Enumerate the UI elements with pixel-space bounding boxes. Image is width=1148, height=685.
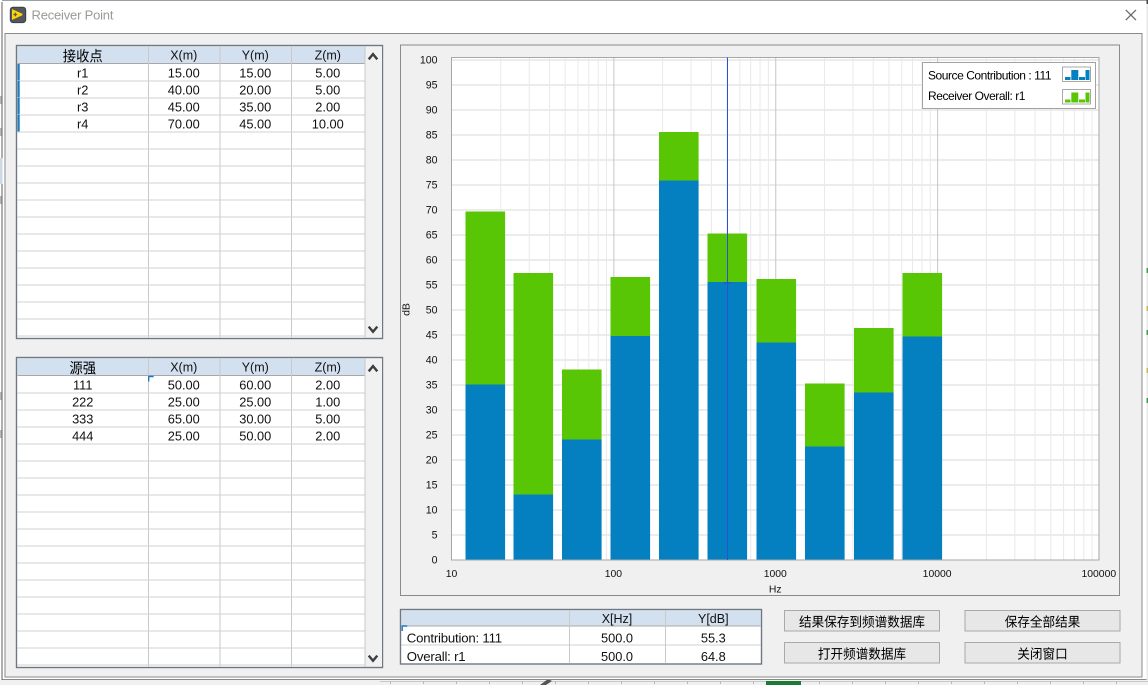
svg-text:5.00: 5.00 bbox=[315, 66, 340, 81]
svg-text:35.00: 35.00 bbox=[239, 100, 271, 115]
svg-text:10.00: 10.00 bbox=[312, 117, 344, 132]
svg-text:35: 35 bbox=[426, 380, 438, 392]
svg-text:15: 15 bbox=[426, 480, 438, 492]
svg-text:90: 90 bbox=[426, 105, 438, 117]
svg-text:2.00: 2.00 bbox=[315, 429, 340, 444]
svg-text:30: 30 bbox=[426, 405, 438, 417]
svg-text:333: 333 bbox=[72, 412, 93, 427]
svg-text:45.00: 45.00 bbox=[239, 117, 271, 132]
svg-text:5.00: 5.00 bbox=[315, 83, 340, 98]
svg-text:20: 20 bbox=[426, 455, 438, 467]
svg-text:30.00: 30.00 bbox=[239, 412, 271, 427]
svg-text:100: 100 bbox=[420, 55, 438, 67]
svg-text:5.00: 5.00 bbox=[315, 412, 340, 427]
svg-text:50.00: 50.00 bbox=[168, 378, 200, 393]
svg-text:64.8: 64.8 bbox=[701, 649, 726, 664]
svg-text:Y(m): Y(m) bbox=[242, 360, 269, 374]
svg-text:50: 50 bbox=[426, 305, 438, 317]
svg-text:80: 80 bbox=[426, 155, 438, 167]
svg-text:X(m): X(m) bbox=[170, 48, 197, 62]
svg-text:10: 10 bbox=[446, 569, 458, 580]
svg-text:222: 222 bbox=[72, 395, 93, 410]
svg-text:15.00: 15.00 bbox=[168, 66, 200, 81]
svg-text:0: 0 bbox=[432, 555, 438, 567]
svg-text:50.00: 50.00 bbox=[239, 429, 271, 444]
svg-text:Z(m): Z(m) bbox=[315, 48, 341, 62]
svg-text:70.00: 70.00 bbox=[168, 117, 200, 132]
svg-text:100: 100 bbox=[605, 569, 623, 580]
svg-text:60: 60 bbox=[426, 255, 438, 267]
svg-text:60.00: 60.00 bbox=[239, 378, 271, 393]
svg-text:1000: 1000 bbox=[764, 569, 787, 580]
svg-text:65: 65 bbox=[426, 230, 438, 242]
svg-text:25: 25 bbox=[426, 430, 438, 442]
svg-text:r3: r3 bbox=[77, 100, 88, 115]
svg-text:5: 5 bbox=[432, 530, 438, 542]
svg-text:dB: dB bbox=[401, 303, 413, 316]
svg-text:Contribution: 111: Contribution: 111 bbox=[407, 630, 502, 645]
svg-text:75: 75 bbox=[426, 180, 438, 192]
svg-text:500.0: 500.0 bbox=[601, 630, 633, 645]
svg-text:r4: r4 bbox=[77, 117, 88, 132]
svg-text:2.00: 2.00 bbox=[315, 378, 340, 393]
svg-text:Hz: Hz bbox=[769, 585, 782, 596]
svg-text:10000: 10000 bbox=[923, 569, 952, 580]
svg-text:X[Hz]: X[Hz] bbox=[602, 612, 633, 626]
svg-text:100000: 100000 bbox=[1081, 569, 1116, 580]
svg-text:Overall: r1: Overall: r1 bbox=[407, 649, 466, 664]
svg-text:444: 444 bbox=[72, 429, 93, 444]
svg-text:15.00: 15.00 bbox=[239, 66, 271, 81]
svg-text:70: 70 bbox=[426, 205, 438, 217]
svg-text:111: 111 bbox=[73, 378, 92, 393]
svg-text:25.00: 25.00 bbox=[239, 395, 271, 410]
svg-text:Y[dB]: Y[dB] bbox=[698, 612, 729, 626]
svg-text:Z(m): Z(m) bbox=[315, 360, 341, 374]
svg-text:45: 45 bbox=[426, 330, 438, 342]
svg-text:65.00: 65.00 bbox=[168, 412, 200, 427]
svg-text:10: 10 bbox=[426, 505, 438, 517]
svg-text:55: 55 bbox=[426, 280, 438, 292]
svg-text:45.00: 45.00 bbox=[168, 100, 200, 115]
svg-text:Receiver Overall: r1: Receiver Overall: r1 bbox=[928, 89, 1026, 103]
svg-text:r2: r2 bbox=[77, 83, 88, 98]
svg-text:500.0: 500.0 bbox=[601, 649, 633, 664]
svg-text:85: 85 bbox=[426, 130, 438, 142]
svg-text:25.00: 25.00 bbox=[168, 395, 200, 410]
svg-text:Receiver Point: Receiver Point bbox=[32, 8, 114, 23]
svg-text:40: 40 bbox=[426, 355, 438, 367]
svg-text:25.00: 25.00 bbox=[168, 429, 200, 444]
svg-text:Y(m): Y(m) bbox=[242, 48, 269, 62]
svg-text:95: 95 bbox=[426, 80, 438, 92]
svg-text:X(m): X(m) bbox=[170, 360, 197, 374]
svg-text:r1: r1 bbox=[77, 66, 88, 81]
svg-text:20.00: 20.00 bbox=[239, 83, 271, 98]
svg-text:40.00: 40.00 bbox=[168, 83, 200, 98]
svg-text:55.3: 55.3 bbox=[701, 630, 726, 645]
svg-text:Source Contribution : 111: Source Contribution : 111 bbox=[928, 68, 1052, 82]
svg-text:1.00: 1.00 bbox=[315, 395, 340, 410]
svg-text:2.00: 2.00 bbox=[315, 100, 340, 115]
